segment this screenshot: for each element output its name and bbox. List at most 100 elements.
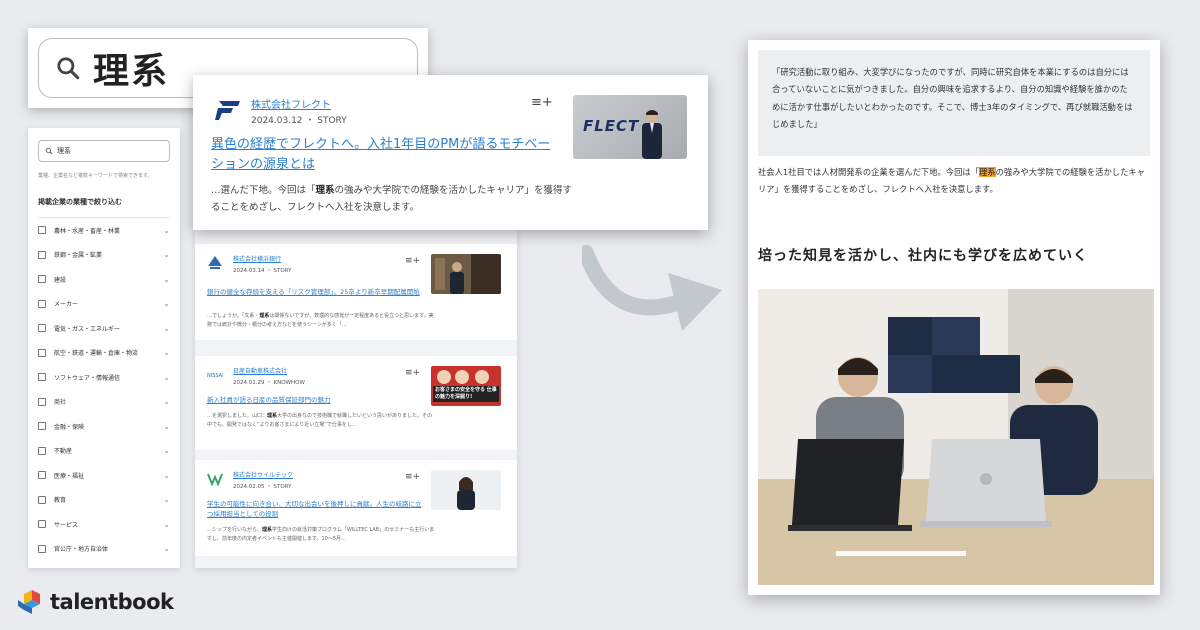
checkbox[interactable] <box>38 520 46 529</box>
checkbox[interactable] <box>38 275 46 284</box>
add-to-list-icon[interactable]: ≡+ <box>405 256 420 266</box>
company-link[interactable]: 株式会社ウイルテック <box>233 470 383 479</box>
chevron-down-icon[interactable]: ⌄ <box>163 373 170 382</box>
search-query: 理系 <box>93 51 170 92</box>
checkbox[interactable] <box>38 446 46 455</box>
industry-filter-label: サービス <box>54 521 79 529</box>
add-to-list-icon[interactable]: ≡+ <box>531 95 553 110</box>
search-icon <box>57 57 80 80</box>
search-hint: 業種、企業名など複数キーワードで検索できます。 <box>38 173 153 179</box>
article-photo <box>758 289 1154 585</box>
article-excerpt: …シップを行いながら、理系学生向けの就活対策プログラム「WILLTEC LAB」… <box>207 527 435 542</box>
results-feed: 株式会社横浜銀行 2024.03.14 ・ STORY ≡+ 銀行の健全な存続を… <box>195 230 517 568</box>
featured-result-card[interactable]: 株式会社フレクト 2024.03.12 ・ STORY ≡+ FLECT 異色の… <box>193 75 708 230</box>
curved-arrow-icon <box>582 245 722 331</box>
checkbox[interactable] <box>38 495 46 504</box>
article-thumbnail[interactable]: お客さまの安全を守る 仕事の魅力を深掘り! <box>431 366 501 406</box>
chevron-down-icon[interactable]: ⌄ <box>163 299 170 308</box>
talentbook-logo-icon <box>18 590 40 614</box>
article-thumbnail[interactable]: FLECT <box>573 95 687 159</box>
company-link[interactable]: 株式会社横浜銀行 <box>233 254 383 263</box>
checkbox[interactable] <box>38 324 46 333</box>
industry-filter-label: メーカー <box>54 301 79 309</box>
industry-filter-item[interactable]: 金融・保険 ⌄ <box>38 414 170 439</box>
sidebar-search-value: 理系 <box>57 147 71 155</box>
chevron-down-icon[interactable]: ⌄ <box>163 422 170 431</box>
add-to-list-icon[interactable]: ≡+ <box>405 472 420 482</box>
post-date: 2024.02.05 ・ STORY <box>233 484 292 490</box>
checkbox[interactable] <box>38 299 46 308</box>
keyword-highlight: 理系 <box>979 167 996 177</box>
industry-filter-item[interactable]: 医療・福祉 ⌄ <box>38 463 170 488</box>
checkbox[interactable] <box>38 544 46 553</box>
chevron-down-icon[interactable]: ⌄ <box>163 275 170 284</box>
industry-filter-label: 農林・水産・畜産・林業 <box>54 227 121 235</box>
company-logo: NISSAN <box>207 373 223 379</box>
result-card[interactable]: NISSAN 日産自動車株式会社 2024.01.29 ・ KNOWHOW ≡+… <box>195 356 517 450</box>
industry-filter-item[interactable]: 教育 ⌄ <box>38 488 170 513</box>
checkbox[interactable] <box>38 250 46 259</box>
industry-filter-item[interactable]: サービス ⌄ <box>38 512 170 537</box>
industry-filter-label: 官公庁・地方自治体 <box>54 546 109 554</box>
person-image <box>642 110 662 159</box>
industry-filter-item[interactable]: 建設 ⌄ <box>38 267 170 292</box>
chevron-down-icon[interactable]: ⌄ <box>163 348 170 357</box>
industry-filter-item[interactable]: 電気・ガス・エネルギー ⌄ <box>38 316 170 341</box>
article-paragraph: 社会人1社目では人材開発系の企業を選んだ下地。今回は「理系の強みや大学院での経験… <box>758 167 1145 195</box>
chevron-down-icon[interactable]: ⌄ <box>163 226 170 235</box>
search-icon <box>45 147 53 155</box>
chevron-down-icon[interactable]: ⌄ <box>163 544 170 553</box>
industry-filter-item[interactable]: 不動産 ⌄ <box>38 439 170 464</box>
industry-filter-label: 航空・鉄道・運輸・倉庫・物流 <box>54 350 139 358</box>
industry-filter-item[interactable]: メーカー ⌄ <box>38 292 170 317</box>
article-thumbnail[interactable] <box>431 470 501 510</box>
checkbox[interactable] <box>38 471 46 480</box>
checkbox[interactable] <box>38 348 46 357</box>
article-excerpt: …でしょうか。「文系・理系は関係ないですが、数理的な感覚が一定程度あると役立つと… <box>207 313 434 328</box>
post-date: 2024.03.14 ・ STORY <box>233 268 292 274</box>
result-card[interactable]: 株式会社ウイルテック 2024.02.05 ・ STORY ≡+ 学生の可能性に… <box>195 460 517 556</box>
brand-logo: talentbook <box>18 590 174 614</box>
article-title-link[interactable]: 学生の可能性に向き合い、大切な出会いを後押しに貢献。人生の岐路に立つ採用担当とし… <box>207 500 427 520</box>
industry-filter-list: 農林・水産・畜産・林業 ⌄ 鉄鋼・金属・鉱業 ⌄ 建設 ⌄ メーカー ⌄ 電気・ガス・エネルギー… <box>38 218 170 561</box>
industry-filter-label: 鉄鋼・金属・鉱業 <box>54 252 103 260</box>
article-thumbnail[interactable] <box>431 254 501 294</box>
industry-filter-item[interactable]: 航空・鉄道・運輸・倉庫・物流 ⌄ <box>38 341 170 366</box>
chevron-down-icon[interactable]: ⌄ <box>163 495 170 504</box>
sidebar-search-input[interactable]: 理系 <box>38 140 170 162</box>
industry-filter-item[interactable]: 農林・水産・畜産・林業 ⌄ <box>38 218 170 243</box>
industry-filter-item[interactable]: 鉄鋼・金属・鉱業 ⌄ <box>38 243 170 268</box>
industry-filter-label: 教育 <box>54 497 67 505</box>
result-card[interactable]: 株式会社横浜銀行 2024.03.14 ・ STORY ≡+ 銀行の健全な存続を… <box>195 244 517 340</box>
article-title-link[interactable]: 銀行の健全な存続を支える「リスク管理部」。25卒より新卒早期配属開始 <box>207 288 427 298</box>
industry-filter-label: 医療・福祉 <box>54 472 85 480</box>
add-to-list-icon[interactable]: ≡+ <box>405 368 420 378</box>
filter-sidebar: 理系 業種、企業名など複数キーワードで検索できます。 掲載企業の業種で絞り込む … <box>28 128 180 568</box>
industry-filter-label: 電気・ガス・エネルギー <box>54 325 121 333</box>
article-quote: 「研究活動に取り組み、大変学びになったのですが、同時に研究自体を本業にするのは自… <box>758 50 1150 156</box>
post-date: 2024.01.29 ・ KNOWHOW <box>233 380 305 386</box>
checkbox[interactable] <box>38 226 46 235</box>
article-page: 「研究活動に取り組み、大変学びになったのですが、同時に研究自体を本業にするのは自… <box>748 40 1160 595</box>
checkbox[interactable] <box>38 373 46 382</box>
checkbox[interactable] <box>38 397 46 406</box>
article-title-link[interactable]: 異色の経歴でフレクトへ。入社1年目のPMが語るモチベーションの源泉とは <box>211 135 561 175</box>
svg-text:NISSAN: NISSAN <box>207 373 223 379</box>
company-logo <box>215 101 240 120</box>
company-logo <box>208 256 222 269</box>
industry-filter-label: 金融・保険 <box>54 423 85 431</box>
checkbox[interactable] <box>38 422 46 431</box>
chevron-down-icon[interactable]: ⌄ <box>163 324 170 333</box>
article-title-link[interactable]: 新入社員が語る日産の品質保証部門の魅力 <box>207 396 427 406</box>
industry-filter-item[interactable]: ソフトウェア・情報通信 ⌄ <box>38 365 170 390</box>
chevron-down-icon[interactable]: ⌄ <box>163 520 170 529</box>
company-link[interactable]: 日産自動車株式会社 <box>233 366 383 375</box>
industry-filter-label: 建設 <box>54 276 67 284</box>
chevron-down-icon[interactable]: ⌄ <box>163 446 170 455</box>
chevron-down-icon[interactable]: ⌄ <box>163 250 170 259</box>
industry-filter-item[interactable]: 商社 ⌄ <box>38 390 170 415</box>
industry-filter-item[interactable]: 官公庁・地方自治体 ⌄ <box>38 537 170 562</box>
company-link[interactable]: 株式会社フレクト <box>251 96 331 111</box>
chevron-down-icon[interactable]: ⌄ <box>163 471 170 480</box>
chevron-down-icon[interactable]: ⌄ <box>163 397 170 406</box>
